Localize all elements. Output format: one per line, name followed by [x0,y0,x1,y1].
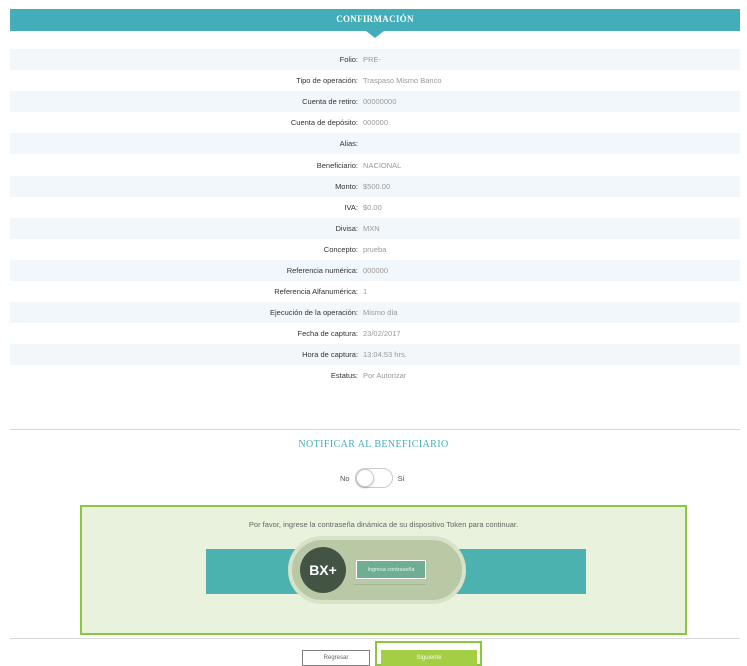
detail-value: $0.00 [363,202,382,212]
notify-title: NOTIFICAR AL BENEFICIARIO [298,439,449,450]
detail-row: Cuenta de depósito: 000000 [10,112,740,133]
action-buttons: Regresar Siguiente [0,650,747,666]
token-underline [354,584,426,585]
detail-value: 000000 [363,265,389,275]
detail-value: MXN [363,223,380,233]
detail-value: PRE- [363,55,381,65]
next-button[interactable]: Siguiente [381,650,477,666]
confirmation-header: CONFIRMACIÓN [10,9,740,31]
detail-value: Por Autorizar [363,371,407,381]
detail-value: 1 [363,287,368,297]
detail-row: Estatus: Por Autorizar [10,365,740,386]
detail-row: Alias: [10,133,740,155]
detail-label: Folio: [339,55,358,65]
detail-label: Cuenta de retiro: [302,97,358,107]
detail-row: Divisa: MXN [10,217,740,239]
detail-label: Estatus: [330,371,358,381]
detail-label: Beneficiario: [316,160,358,170]
detail-row: Tipo de operación: Traspaso Mismo Banco [10,70,740,91]
divider [10,429,740,430]
detail-row: Hora de captura: 13:04:53 hrs. [10,344,740,366]
detail-row: Referencia Alfanumérica: 1 [10,281,740,302]
toggle-yes-label: Sí [397,473,405,483]
detail-label: Tipo de operación: [296,76,358,86]
token-message: Por favor, ingrese la contraseña dinámic… [248,520,519,529]
notify-toggle[interactable] [354,468,393,488]
divider-bottom [10,638,740,639]
detail-value: 000000 [363,118,389,128]
details-list: Folio: PRE- Tipo de operación: Traspaso Mis… [10,49,740,387]
detail-value: 13:04:53 hrs. [363,350,407,360]
detail-row: Fecha de captura: 23/02/2017 [10,323,740,344]
toggle-no-label: No [340,473,350,483]
token-device: BX+ Ingresa contraseña [288,536,466,604]
detail-value: Traspaso Mismo Banco [363,76,442,86]
detail-value: NACIONAL [363,160,402,170]
detail-value: Mismo día [363,308,398,318]
detail-value: 00000000 [363,97,397,107]
detail-label: Alias: [339,139,358,149]
detail-value: prueba [363,244,387,254]
detail-row: Referencia numérica: 000000 [10,259,740,282]
detail-label: IVA: [344,202,358,212]
bx-logo: BX+ [300,547,346,593]
detail-row: Beneficiario: NACIONAL [10,154,740,175]
detail-label: Divisa: [335,223,358,233]
back-button[interactable]: Regresar [302,650,370,666]
detail-row: Cuenta de retiro: 00000000 [10,91,740,113]
detail-label: Ejecución de la operación: [270,308,358,318]
detail-value: $500.00 [363,181,391,191]
detail-label: Concepto: [323,244,358,254]
detail-label: Cuenta de depósito: [290,118,358,128]
detail-label: Fecha de captura: [297,329,358,339]
detail-label: Referencia numérica: [286,265,358,275]
detail-row: IVA: $0.00 [10,197,740,218]
toggle-knob[interactable] [355,469,374,487]
detail-row: Folio: PRE- [10,49,740,71]
detail-row: Ejecución de la operación: Mismo día [10,302,740,324]
detail-value: 23/02/2017 [363,329,401,339]
detail-label: Hora de captura: [302,350,358,360]
token-password-input[interactable]: Ingresa contraseña [356,560,426,579]
detail-row: Monto: $500.00 [10,175,740,197]
header-title: CONFIRMACIÓN [336,14,414,24]
detail-label: Referencia Alfanumérica: [274,287,358,297]
detail-label: Monto: [335,181,358,191]
detail-row: Concepto: prueba [10,239,740,260]
token-panel: Por favor, ingrese la contraseña dinámic… [80,505,687,635]
notify-toggle-group: No Sí [340,467,405,489]
header-arrow [366,31,384,38]
